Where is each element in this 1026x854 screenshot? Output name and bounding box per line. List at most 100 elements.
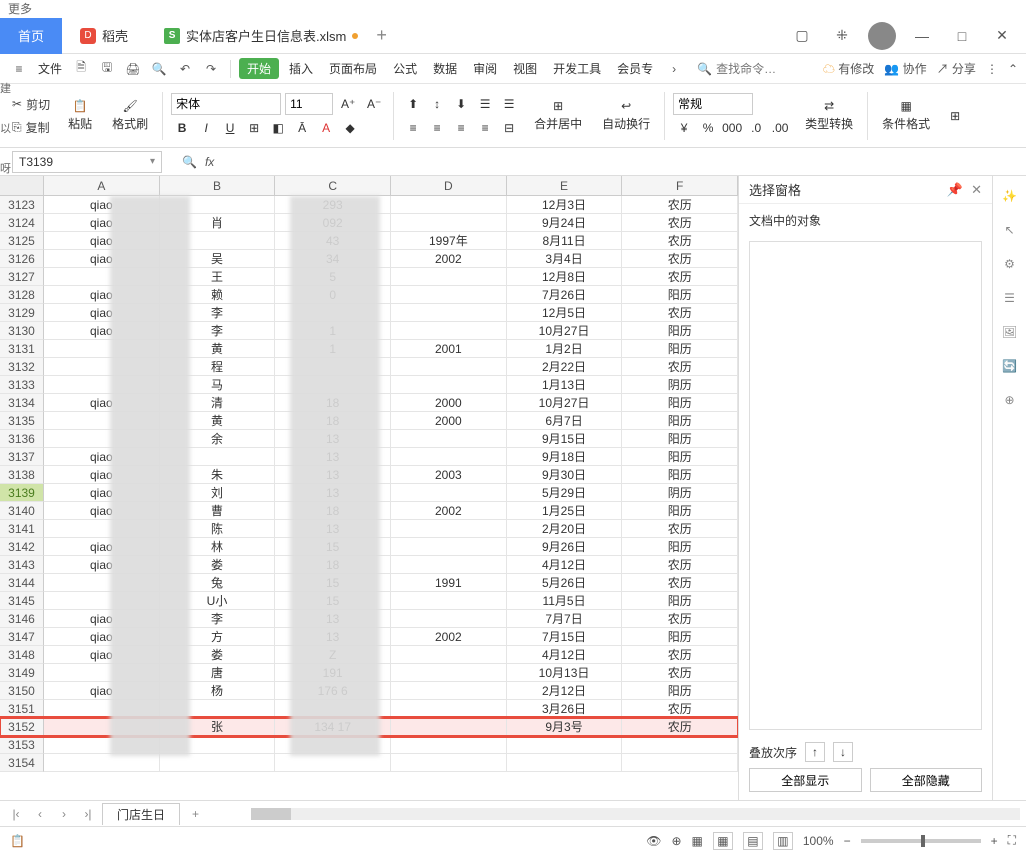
cell[interactable]: 3月4日 [507, 250, 623, 268]
row-header[interactable]: 3135 [0, 412, 44, 430]
menu-formula[interactable]: 公式 [387, 60, 423, 77]
split-view-button[interactable]: ▥ [773, 832, 793, 850]
table-row[interactable]: 3154 [0, 754, 738, 772]
cell[interactable]: 4月12日 [507, 556, 623, 574]
cell[interactable]: 12月5日 [507, 304, 623, 322]
cell[interactable]: 2月20日 [507, 520, 623, 538]
font-color-button[interactable]: A [315, 117, 337, 139]
cell[interactable]: 农历 [622, 646, 738, 664]
tab-add-button[interactable]: + [364, 25, 399, 46]
cell[interactable] [391, 268, 507, 286]
cell[interactable] [391, 484, 507, 502]
align-middle-icon[interactable]: ↕ [426, 93, 448, 115]
row-header[interactable]: 3129 [0, 304, 44, 322]
distribute-icon[interactable]: ⊟ [498, 117, 520, 139]
cell[interactable] [622, 736, 738, 754]
cell[interactable] [507, 754, 623, 772]
cell[interactable] [391, 682, 507, 700]
outline-icon[interactable]: ☰ [1000, 288, 1020, 308]
cell[interactable]: 9月18日 [507, 448, 623, 466]
cell[interactable]: 阳历 [622, 286, 738, 304]
decrease-font-icon[interactable]: A⁻ [363, 93, 385, 115]
percent-icon[interactable]: % [697, 117, 719, 139]
cell[interactable]: 10月27日 [507, 322, 623, 340]
tab-home[interactable]: 首页 [0, 18, 62, 54]
undo-icon[interactable]: ↶ [174, 58, 196, 80]
cell[interactable]: 5月26日 [507, 574, 623, 592]
cell[interactable]: 2003 [391, 466, 507, 484]
row-header[interactable]: 3127 [0, 268, 44, 286]
cell[interactable]: 10月13日 [507, 664, 623, 682]
cut-button[interactable]: ✂剪切 [8, 94, 54, 115]
row-header[interactable]: 3131 [0, 340, 44, 358]
cell[interactable] [391, 358, 507, 376]
cell[interactable]: 1997年 [391, 232, 507, 250]
row-header[interactable]: 3128 [0, 286, 44, 304]
cell[interactable]: 1月2日 [507, 340, 623, 358]
show-all-button[interactable]: 全部显示 [749, 768, 862, 792]
sheet-last-icon[interactable]: ›| [78, 807, 98, 821]
cell[interactable] [391, 556, 507, 574]
cell[interactable]: 7月15日 [507, 628, 623, 646]
cell[interactable]: 阳历 [622, 448, 738, 466]
row-header[interactable]: 3151 [0, 700, 44, 718]
col-header[interactable]: B [160, 176, 276, 195]
spreadsheet-grid[interactable]: A B C D E F 3123qiao29312月3日农历3124qiao肖0… [0, 176, 738, 800]
cell[interactable]: 阴历 [622, 376, 738, 394]
command-search[interactable]: 🔍 [697, 62, 776, 76]
paste-button[interactable]: 📋粘贴 [62, 99, 98, 132]
settings-icon[interactable]: ⚙ [1000, 254, 1020, 274]
thousands-icon[interactable]: 000 [721, 117, 743, 139]
cell[interactable] [391, 538, 507, 556]
row-header[interactable]: 3139 [0, 484, 44, 502]
clipboard-icon[interactable]: 📋 [10, 834, 25, 848]
cell[interactable]: 农历 [622, 718, 738, 736]
minimize-button[interactable]: — [908, 22, 936, 50]
cell[interactable]: 11月5日 [507, 592, 623, 610]
cell[interactable] [391, 430, 507, 448]
row-header[interactable]: 3137 [0, 448, 44, 466]
decrease-decimal-icon[interactable]: .0 [745, 117, 767, 139]
cell[interactable] [391, 520, 507, 538]
cell[interactable]: 阳历 [622, 466, 738, 484]
menu-view[interactable]: 视图 [507, 60, 543, 77]
target-icon[interactable]: ⊕ [671, 834, 681, 848]
new-icon[interactable]: 🗎 [70, 58, 92, 80]
underline-button[interactable]: U [219, 117, 241, 139]
cell[interactable]: 5月29日 [507, 484, 623, 502]
type-convert-button[interactable]: ⇄类型转换 [799, 99, 859, 132]
cell[interactable]: 农历 [622, 610, 738, 628]
close-pane-icon[interactable]: ✕ [971, 182, 982, 198]
hide-all-button[interactable]: 全部隐藏 [870, 768, 983, 792]
cell[interactable]: 9月26日 [507, 538, 623, 556]
row-header[interactable]: 3143 [0, 556, 44, 574]
menu-insert[interactable]: 插入 [283, 60, 319, 77]
cell[interactable]: 阳历 [622, 538, 738, 556]
cell[interactable]: 农历 [622, 358, 738, 376]
align-center-icon[interactable]: ≡ [426, 117, 448, 139]
format-painter-button[interactable]: 🖌格式刷 [106, 99, 154, 132]
cell[interactable]: 农历 [622, 268, 738, 286]
cell[interactable]: 12月8日 [507, 268, 623, 286]
row-header[interactable]: 3145 [0, 592, 44, 610]
cell[interactable]: 2001 [391, 340, 507, 358]
objects-list[interactable] [749, 241, 982, 730]
cell[interactable]: 农历 [622, 574, 738, 592]
font-style-button[interactable]: Ā [291, 117, 313, 139]
row-header[interactable]: 3154 [0, 754, 44, 772]
select-all-corner[interactable] [0, 176, 44, 195]
row-header[interactable]: 3136 [0, 430, 44, 448]
cell[interactable]: 阳历 [622, 412, 738, 430]
row-header[interactable]: 3148 [0, 646, 44, 664]
row-header[interactable]: 3147 [0, 628, 44, 646]
zoom-icon[interactable]: 🔍 [182, 155, 197, 169]
menu-page-layout[interactable]: 页面布局 [323, 60, 383, 77]
cell[interactable] [622, 754, 738, 772]
replace-icon[interactable]: 🔄 [1000, 356, 1020, 376]
cell[interactable] [391, 448, 507, 466]
col-header[interactable]: A [44, 176, 160, 195]
page-view-button[interactable]: ▤ [743, 832, 763, 850]
redo-icon[interactable]: ↷ [200, 58, 222, 80]
select-icon[interactable]: ↖ [1000, 220, 1020, 240]
cell[interactable]: 农历 [622, 664, 738, 682]
